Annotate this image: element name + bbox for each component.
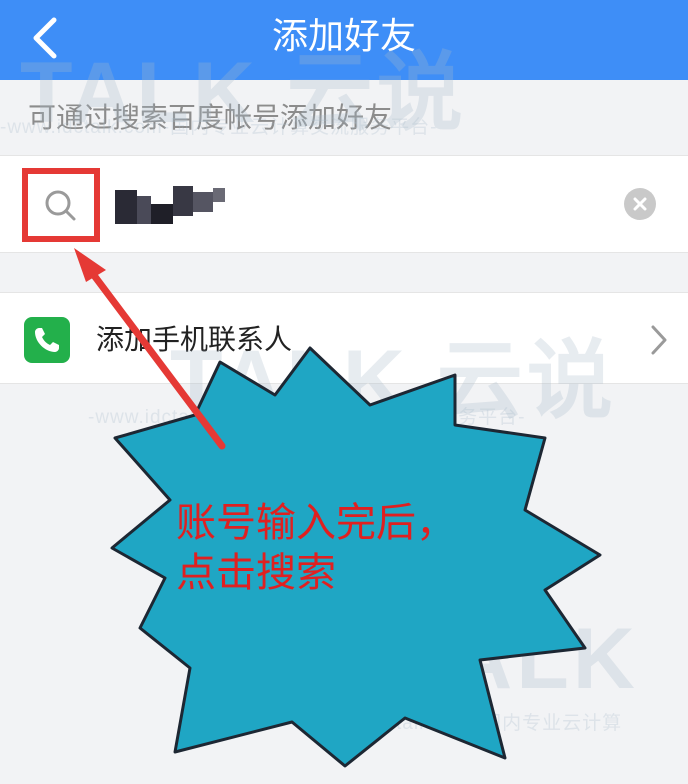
page-title: 添加好友 [271, 16, 416, 57]
callout-line-2: 点击搜索 [176, 550, 336, 596]
clear-button[interactable] [624, 188, 656, 220]
watermark-site-middle: -www.idctalk.com-国内专业云计算交流服务平台- [88, 407, 526, 428]
search-button[interactable] [22, 168, 100, 242]
chevron-right-icon [651, 325, 667, 355]
search-hint: 可通过搜索百度帐号添加好友 [28, 101, 393, 134]
contacts-label: 添加手机联系人 [96, 323, 293, 356]
watermark-site-bottom: -www.idctalk.com-国内专业云计算 [312, 713, 623, 734]
add-phone-contacts-row[interactable]: 添加手机联系人 [0, 292, 688, 384]
callout-text: 账号输入完后， 点击搜索 [176, 498, 456, 598]
search-bar [0, 155, 688, 253]
header-bar: 添加好友 [0, 0, 688, 80]
callout-line-1: 账号输入完后， [176, 500, 456, 546]
phone-icon [24, 317, 70, 363]
search-icon [45, 190, 76, 221]
watermark-brand-bottom: TALK [400, 611, 639, 707]
redacted-account-text [115, 186, 225, 224]
clear-icon [633, 197, 647, 211]
